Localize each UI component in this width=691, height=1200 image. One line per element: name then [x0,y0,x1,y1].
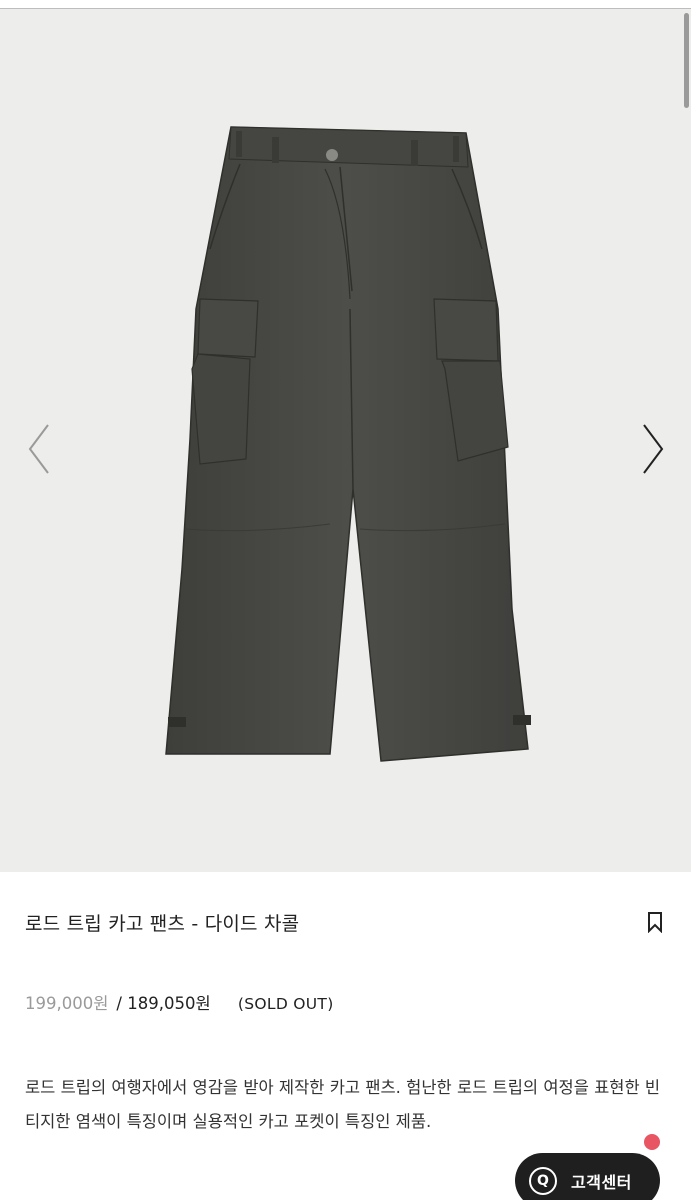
sale-price: 189,050원 [127,994,211,1013]
prev-image-button[interactable] [24,421,54,477]
product-image [165,126,531,762]
customer-service-button[interactable]: Q 고객센터 [515,1153,660,1200]
chat-icon: Q [529,1166,557,1195]
price-separator: / [116,994,122,1013]
bookmark-icon [648,912,662,934]
product-image-gallery[interactable] [0,9,691,872]
original-price: 199,000원 [25,994,109,1013]
next-image-button[interactable] [638,421,668,477]
chevron-right-icon [643,424,664,474]
product-title: 로드 트립 카고 팬츠 - 다이드 차콜 [25,913,300,935]
product-description: 로드 트립의 여행자에서 영감을 받아 제작한 카고 팬츠. 험난한 로드 트립… [25,1078,661,1131]
customer-service-label: 고객센터 [571,1172,632,1192]
notification-dot [644,1134,660,1150]
bookmark-button[interactable] [645,911,665,934]
chevron-left-icon [28,424,49,474]
price-row: 199,000원 / 189,050원 (SOLD OUT) [25,990,334,1014]
sold-out-status: (SOLD OUT) [237,995,334,1013]
scrollbar-thumb[interactable] [684,13,689,108]
